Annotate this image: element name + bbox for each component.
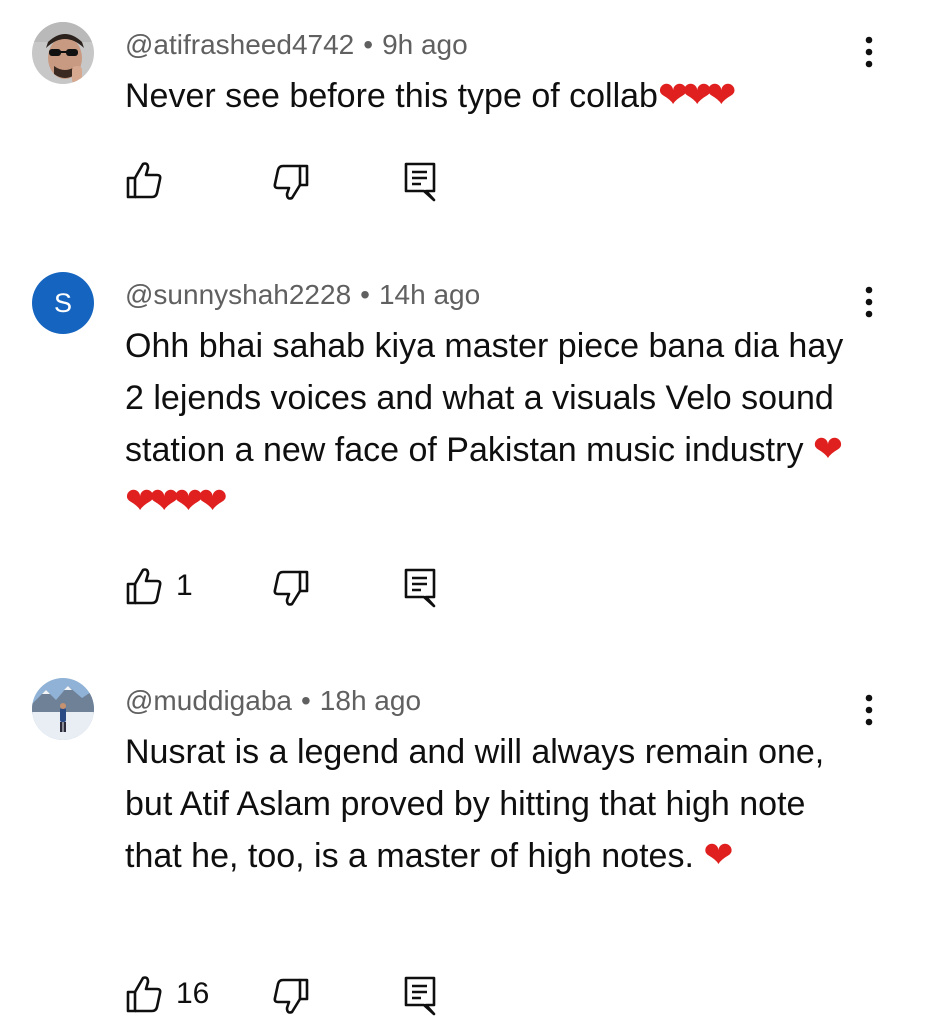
like-count: 16 (176, 977, 210, 1010)
author-handle[interactable]: @atifrasheed4742 (125, 29, 354, 60)
comment-text: Ohh bhai sahab kiya master piece bana di… (125, 320, 860, 528)
avatar[interactable]: S (32, 272, 94, 334)
reply-button[interactable] (400, 158, 450, 202)
meta-separator: • (360, 279, 370, 310)
dislike-button[interactable] (268, 564, 318, 608)
more-vert-icon (865, 286, 873, 318)
heart-emojis: ❤❤❤ (657, 75, 736, 116)
dislike-button[interactable] (268, 972, 318, 1016)
comment-actions: 1 (120, 564, 480, 608)
thumb-up-icon (126, 568, 162, 605)
dislike-button[interactable] (268, 158, 318, 202)
comment-body: Ohh bhai sahab kiya master piece bana di… (125, 327, 844, 469)
reply-button[interactable] (400, 564, 450, 608)
thumb-down-icon (273, 164, 309, 200)
avatar[interactable] (32, 22, 94, 84)
comment-body: Never see before this type of collab (125, 77, 658, 115)
like-button[interactable] (120, 158, 170, 202)
author-handle[interactable]: @sunnyshah2228 (125, 279, 351, 310)
avatar-letter: S (53, 288, 72, 318)
reply-icon (404, 568, 436, 608)
comment-actions: 16 (120, 972, 480, 1016)
comment-time: 18h ago (319, 685, 422, 716)
meta-separator: • (300, 685, 311, 716)
thumb-down-icon (273, 570, 309, 606)
thumb-up-icon (126, 162, 162, 199)
like-button[interactable]: 1 (120, 564, 220, 608)
comment: @atifrasheed4742 • 9h ago Never see before… (0, 0, 931, 230)
more-vert-icon (865, 36, 873, 68)
comment-time: 9h ago (382, 29, 468, 60)
comment-meta: @sunnyshah2228 • 14h ago (125, 280, 480, 310)
like-count: 1 (176, 569, 193, 602)
comment-text: Nusrat is a legend and will always remai… (125, 726, 860, 882)
reply-button[interactable] (400, 972, 450, 1016)
avatar-photo (32, 678, 94, 740)
like-button[interactable]: 16 (120, 972, 230, 1016)
comment-meta: @muddigaba • 18h ago (125, 686, 421, 716)
comment-meta: @atifrasheed4742 • 9h ago (125, 30, 468, 60)
comment-text: Never see before this type of collab❤❤❤ (125, 70, 860, 122)
reply-icon (404, 162, 436, 202)
comment: S @sunnyshah2228 • 14h ago Ohh bhai sahab … (0, 250, 931, 630)
reply-icon (404, 976, 436, 1016)
heart-emojis: ❤ (703, 835, 733, 876)
thumb-up-icon (126, 976, 162, 1013)
more-options-button[interactable] (852, 30, 886, 74)
author-handle[interactable]: @muddigaba (125, 685, 292, 716)
avatar-photo (32, 22, 94, 84)
comment-time: 14h ago (378, 279, 481, 310)
meta-separator: • (363, 29, 374, 60)
more-options-button[interactable] (852, 280, 886, 324)
comment-actions (120, 158, 480, 202)
comment: @muddigaba • 18h ago Nusrat is a legend an… (0, 656, 931, 1024)
avatar[interactable] (32, 678, 94, 740)
thumb-down-icon (273, 978, 309, 1014)
